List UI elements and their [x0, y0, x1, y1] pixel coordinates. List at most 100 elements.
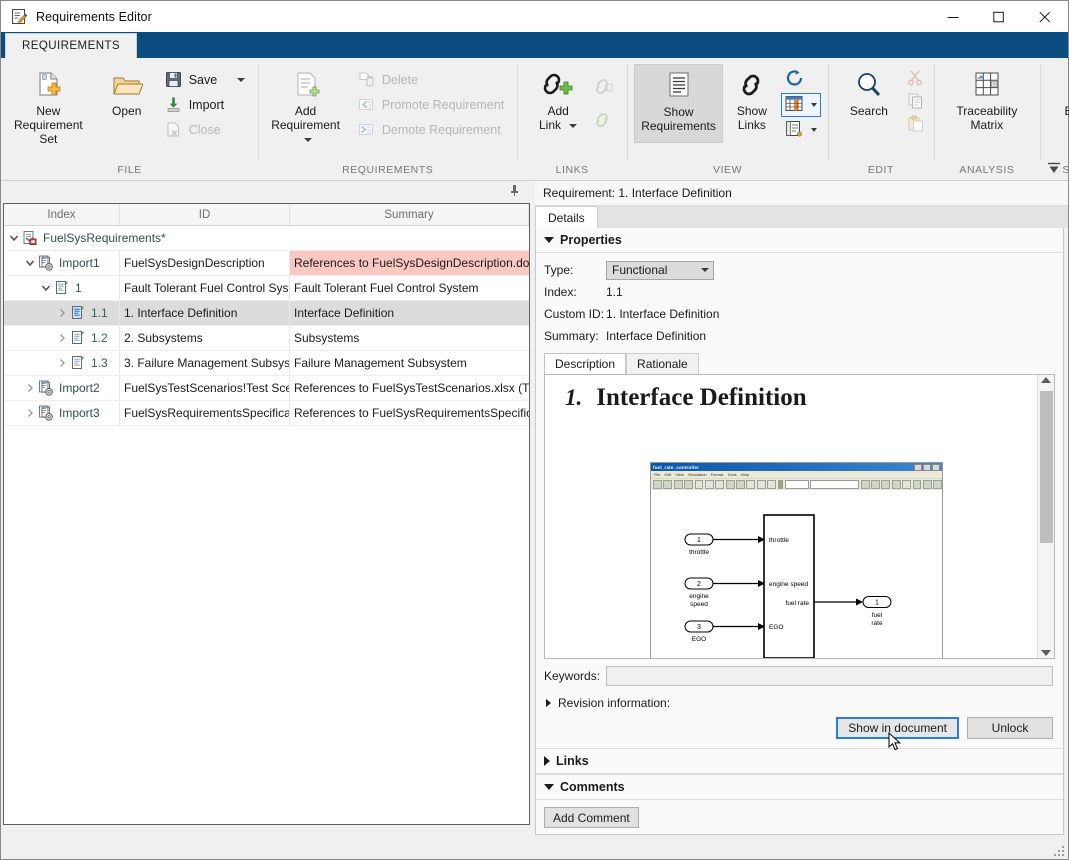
scrollbar-thumb[interactable]: [1040, 391, 1053, 543]
tab-rationale[interactable]: Rationale: [626, 353, 699, 374]
add-link-button[interactable]: Add Link: [524, 64, 592, 134]
columns-button[interactable]: [780, 93, 821, 117]
table-row[interactable]: 1.3 3. Failure Management Subsystem Failur…: [4, 351, 529, 376]
tab-description[interactable]: Description: [544, 353, 627, 374]
type-select[interactable]: Functional: [606, 260, 714, 280]
simulink-menu-bar: File Edit View Simulation Format Tools H…: [651, 471, 942, 478]
delete-link-button: [592, 74, 620, 99]
add-requirement-button[interactable]: Add Requirement: [265, 64, 346, 148]
ribbon-group-analysis: Traceability Matrix ANALYSIS: [933, 58, 1040, 180]
table-row[interactable]: Import1 FuelSysDesignDescription Reference…: [4, 251, 529, 276]
column-header-summary[interactable]: Summary: [290, 204, 529, 225]
type-select-value: Functional: [612, 263, 668, 277]
simulink-zoom-field: [784, 480, 809, 489]
svg-text:throttle: throttle: [689, 549, 709, 556]
comments-section-header[interactable]: Comments: [536, 774, 1063, 800]
links-section-header[interactable]: Links: [536, 748, 1063, 774]
add-requirement-dropdown-caret[interactable]: [304, 137, 313, 142]
save-dropdown-caret[interactable]: [237, 77, 246, 82]
tree-twisty-expanded[interactable]: [6, 233, 22, 243]
table-row[interactable]: Import3 FuelSysRequirementsSpecification R…: [4, 401, 529, 426]
requirements-editor-icon: [11, 8, 28, 25]
layout-button[interactable]: [781, 119, 821, 141]
delete-label: Delete: [381, 72, 419, 87]
description-scrollbar[interactable]: [1037, 375, 1054, 658]
keywords-input[interactable]: [606, 666, 1053, 686]
layout-dropdown-caret[interactable]: [810, 128, 817, 132]
description-content[interactable]: 1. Interface Definition fuel_rate_contro…: [544, 374, 1055, 659]
tree-column-headers: Index ID Summary: [4, 204, 529, 226]
panel-layout-icon: [785, 120, 804, 140]
export-button[interactable]: Export: [1047, 64, 1069, 126]
type-select-caret[interactable]: [701, 268, 709, 272]
tree-twisty-collapsed[interactable]: [22, 383, 38, 393]
chevron-right-icon-links[interactable]: [544, 756, 550, 766]
tree-cell-id: FuelSysRequirementsSpecification: [120, 401, 290, 425]
svg-text:3: 3: [697, 624, 701, 631]
tree-twisty-collapsed[interactable]: [54, 333, 70, 343]
show-requirements-button[interactable]: Show Requirements: [634, 64, 723, 143]
resize-grip-icon[interactable]: [1053, 845, 1064, 856]
simulink-canvas: 1 throttle throttle 2 engine speed engin…: [651, 490, 942, 658]
show-in-document-button[interactable]: Show in document: [836, 717, 959, 739]
import-button[interactable]: Import: [161, 92, 252, 117]
collapse-ribbon-icon[interactable]: [1046, 161, 1062, 177]
scroll-down-arrow-icon[interactable]: [1041, 650, 1051, 656]
view-small-buttons: [780, 64, 821, 141]
ribbon-group-edit: Search EDIT: [827, 58, 934, 180]
file-small-buttons: Save Import Close: [161, 64, 252, 142]
columns-dropdown-caret[interactable]: [810, 103, 817, 107]
tree-twisty-expanded[interactable]: [38, 283, 54, 293]
folder-open-icon: [111, 68, 143, 102]
save-button[interactable]: Save: [161, 67, 252, 92]
pin-icon[interactable]: [509, 184, 520, 200]
simulink-window-title: fuel_rate_controller: [653, 464, 700, 470]
tree-twisty-collapsed[interactable]: [54, 358, 70, 368]
traceability-matrix-button[interactable]: Traceability Matrix: [941, 64, 1033, 134]
add-comment-button[interactable]: Add Comment: [544, 807, 639, 828]
tree-twisty-collapsed[interactable]: [54, 308, 70, 318]
simulink-title-bar: fuel_rate_controller: [651, 463, 942, 471]
tree-cell-index: FuelSysRequirements*: [4, 226, 529, 250]
scroll-up-arrow-icon[interactable]: [1041, 377, 1051, 383]
import-node-icon: [38, 255, 54, 271]
column-header-id[interactable]: ID: [120, 204, 290, 225]
chevron-down-icon-comments[interactable]: [544, 784, 554, 790]
chevron-down-icon[interactable]: [544, 237, 554, 243]
table-row[interactable]: 1.2 2. Subsystems Subsystems: [4, 326, 529, 351]
search-button[interactable]: Search: [835, 64, 903, 120]
paste-icon: [907, 115, 924, 135]
ribbon-group-label-requirements: REQUIREMENTS: [342, 164, 434, 176]
tree-twisty-collapsed[interactable]: [22, 408, 38, 418]
close-button[interactable]: [1022, 1, 1068, 32]
property-row-index: Index: 1.1: [544, 281, 1055, 303]
link-delete-icon: [595, 77, 614, 96]
table-row[interactable]: Import2 FuelSysTestScenarios!Test Scen...…: [4, 376, 529, 401]
details-pane: Requirement: 1. Interface Definition Det…: [535, 181, 1068, 835]
open-button[interactable]: Open: [93, 64, 161, 120]
simulink-menu-simulation: Simulation: [687, 472, 707, 477]
tree-twisty-expanded[interactable]: [22, 258, 38, 268]
requirement-icon: [70, 355, 86, 371]
maximize-button[interactable]: [976, 1, 1022, 32]
table-row[interactable]: FuelSysRequirements*: [4, 226, 529, 251]
tree-cell-id: 1. Interface Definition: [120, 301, 290, 325]
unlock-button[interactable]: Unlock: [967, 717, 1053, 739]
add-link-dropdown-caret[interactable]: [569, 123, 578, 128]
tab-details[interactable]: Details: [535, 206, 598, 228]
table-row[interactable]: 1.1 1. Interface Definition Interface Defi…: [4, 301, 529, 326]
refresh-button[interactable]: [781, 68, 821, 91]
tab-requirements[interactable]: REQUIREMENTS: [5, 33, 138, 58]
window-title: Requirements Editor: [36, 9, 152, 24]
table-row[interactable]: 1 Fault Tolerant Fuel Control System Fault…: [4, 276, 529, 301]
show-links-button[interactable]: Show Links: [723, 64, 781, 134]
properties-section-header[interactable]: Properties: [536, 228, 1063, 253]
chevron-right-icon[interactable]: [546, 699, 551, 707]
requirements-tree-pane: Index ID Summary FuelSysRequirements* Imp…: [1, 181, 532, 835]
revision-information-row[interactable]: Revision information:: [536, 686, 1063, 710]
requirements-tree[interactable]: Index ID Summary FuelSysRequirements* Imp…: [3, 203, 530, 825]
keywords-row: Keywords:: [536, 659, 1063, 686]
minimize-button[interactable]: [930, 1, 976, 32]
column-header-index[interactable]: Index: [4, 204, 120, 225]
new-requirement-set-button[interactable]: New Requirement Set: [8, 64, 89, 148]
